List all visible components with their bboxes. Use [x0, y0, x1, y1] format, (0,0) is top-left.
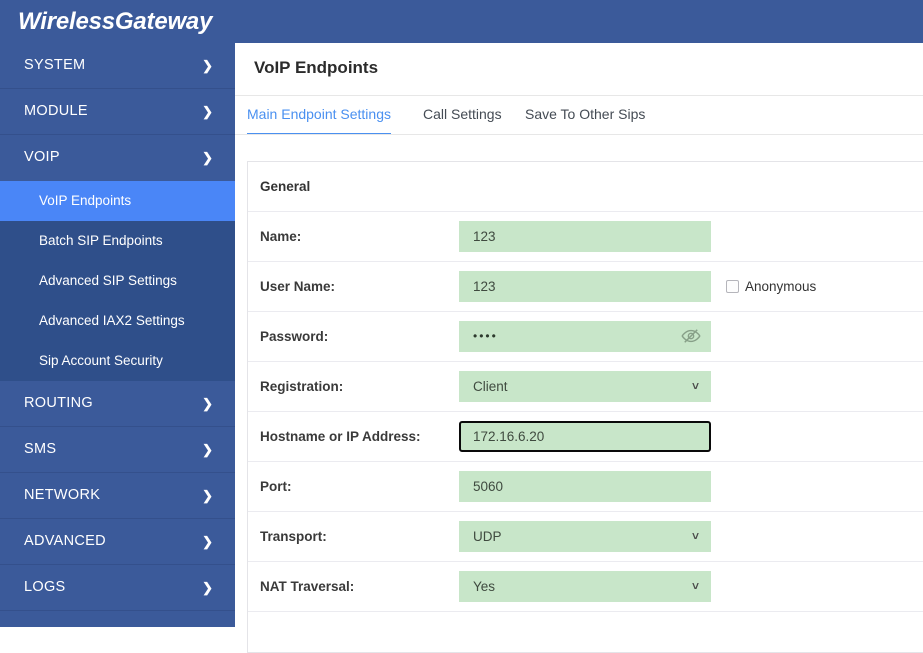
sidebar-item-advanced-sip-settings[interactable]: Advanced SIP Settings	[0, 261, 235, 301]
main-content: VoIP Endpoints Main Endpoint Settings Ca…	[235, 43, 923, 653]
chevron-right-icon: ❯	[202, 58, 213, 73]
chevron-down-icon: ˅	[691, 579, 699, 593]
section-title-label: General	[260, 179, 311, 194]
tab-main-endpoint-settings[interactable]: Main Endpoint Settings	[247, 96, 391, 135]
user-name-value: 123	[473, 279, 496, 294]
sidebar-item-network[interactable]: NETWORK ❯	[0, 473, 235, 519]
top-header-bar: WirelessGateway	[0, 0, 923, 43]
tab-divider	[235, 134, 923, 135]
anonymous-checkbox[interactable]: Anonymous	[726, 262, 816, 312]
sidebar-item-label: VOIP	[24, 149, 60, 165]
sidebar-item-sip-account-security[interactable]: Sip Account Security	[0, 341, 235, 381]
chevron-right-icon: ❯	[202, 104, 213, 119]
row-nat-traversal: NAT Traversal: Yes ˅	[248, 562, 923, 612]
password-input[interactable]: ••••	[459, 321, 711, 352]
section-header-general: General	[248, 162, 923, 212]
chevron-right-icon: ❯	[202, 580, 213, 595]
sidebar-nav: SYSTEM ❯ MODULE ❯ VOIP ❯ VoIP Endpoints …	[0, 43, 235, 627]
tab-call-settings[interactable]: Call Settings	[423, 96, 502, 135]
sidebar-subitem-label: Batch SIP Endpoints	[39, 233, 163, 248]
registration-value: Client	[473, 379, 508, 394]
chevron-right-icon: ❯	[202, 534, 213, 549]
sidebar-item-module[interactable]: MODULE ❯	[0, 89, 235, 135]
sidebar-subitem-label: VoIP Endpoints	[39, 193, 132, 208]
brand-title: WirelessGateway	[18, 8, 213, 35]
chevron-down-icon: ˅	[691, 379, 699, 393]
page-title: VoIP Endpoints	[254, 58, 379, 77]
row-port: Port: 5060	[248, 462, 923, 512]
sidebar-subitem-label: Sip Account Security	[39, 353, 163, 368]
hostname-value: 172.16.6.20	[473, 429, 545, 444]
hostname-label: Hostname or IP Address:	[260, 429, 421, 444]
port-value: 5060	[473, 479, 504, 494]
sidebar-item-label: NETWORK	[24, 487, 101, 503]
name-value: 123	[473, 229, 496, 244]
sidebar-item-voip-endpoints[interactable]: VoIP Endpoints	[0, 181, 235, 221]
sidebar-item-logs[interactable]: LOGS ❯	[0, 565, 235, 611]
sidebar-item-advanced[interactable]: ADVANCED ❯	[0, 519, 235, 565]
voip-submenu: VoIP Endpoints Batch SIP Endpoints Advan…	[0, 181, 235, 381]
transport-value: UDP	[473, 529, 502, 544]
row-name: Name: 123	[248, 212, 923, 262]
tab-bar: Main Endpoint Settings Call Settings Sav…	[235, 96, 923, 135]
sidebar-item-label: SMS	[24, 441, 57, 457]
sidebar-item-label: SYSTEM	[24, 57, 86, 73]
sidebar-item-routing[interactable]: ROUTING ❯	[0, 381, 235, 427]
anonymous-label: Anonymous	[745, 279, 817, 294]
sidebar-item-sms[interactable]: SMS ❯	[0, 427, 235, 473]
port-input[interactable]: 5060	[459, 471, 711, 502]
eye-slash-icon[interactable]	[681, 326, 701, 346]
password-label: Password:	[260, 329, 329, 344]
chevron-down-icon: ˅	[691, 529, 699, 543]
sidebar-item-label: ADVANCED	[24, 533, 106, 549]
nat-traversal-label: NAT Traversal:	[260, 579, 355, 594]
port-label: Port:	[260, 479, 292, 494]
registration-label: Registration:	[260, 379, 344, 394]
user-name-input[interactable]: 123	[459, 271, 711, 302]
sidebar-item-voip[interactable]: VOIP ❯	[0, 135, 235, 181]
sidebar-item-advanced-iax2-settings[interactable]: Advanced IAX2 Settings	[0, 301, 235, 341]
chevron-down-icon: ❯	[202, 150, 213, 165]
sidebar-item-label: LOGS	[24, 579, 66, 595]
sidebar-item-system[interactable]: SYSTEM ❯	[0, 43, 235, 89]
name-input[interactable]: 123	[459, 221, 711, 252]
sidebar-subitem-label: Advanced IAX2 Settings	[39, 313, 185, 328]
tab-save-to-other-sips[interactable]: Save To Other Sips	[525, 96, 645, 135]
chevron-right-icon: ❯	[202, 488, 213, 503]
transport-label: Transport:	[260, 529, 327, 544]
name-label: Name:	[260, 229, 302, 244]
row-password: Password: ••••	[248, 312, 923, 362]
checkbox-box-icon	[726, 280, 739, 293]
row-transport: Transport: UDP ˅	[248, 512, 923, 562]
chevron-right-icon: ❯	[202, 396, 213, 411]
settings-panel: General Name: 123 User Name: 123 Anonymo…	[247, 161, 923, 653]
row-user-name: User Name: 123 Anonymous	[248, 262, 923, 312]
transport-select[interactable]: UDP ˅	[459, 521, 711, 552]
sidebar-item-label: MODULE	[24, 103, 88, 119]
sidebar-subitem-label: Advanced SIP Settings	[39, 273, 177, 288]
row-registration: Registration: Client ˅	[248, 362, 923, 412]
registration-select[interactable]: Client ˅	[459, 371, 711, 402]
nat-traversal-value: Yes	[473, 579, 496, 594]
hostname-input[interactable]: 172.16.6.20	[459, 421, 711, 452]
user-name-label: User Name:	[260, 279, 336, 294]
password-value: ••••	[473, 329, 498, 343]
sidebar-item-batch-sip-endpoints[interactable]: Batch SIP Endpoints	[0, 221, 235, 261]
row-hostname: Hostname or IP Address: 172.16.6.20	[248, 412, 923, 462]
sidebar-item-label: ROUTING	[24, 395, 93, 411]
chevron-right-icon: ❯	[202, 442, 213, 457]
nat-traversal-select[interactable]: Yes ˅	[459, 571, 711, 602]
